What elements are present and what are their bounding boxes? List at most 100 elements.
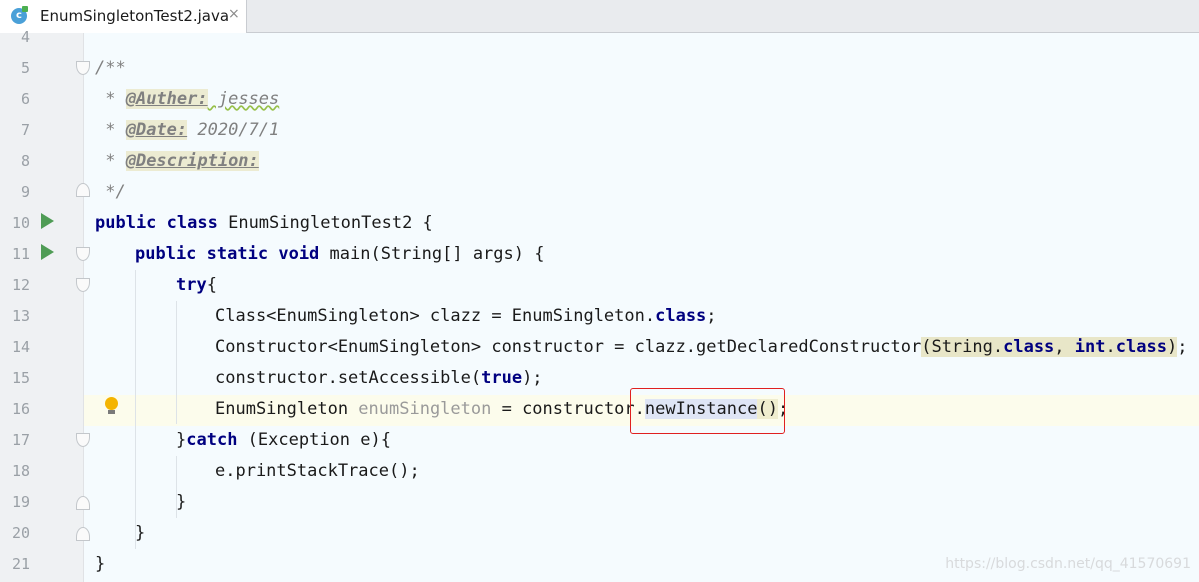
close-icon[interactable]: × [228, 6, 240, 22]
intention-bulb-base [108, 410, 115, 414]
comment: /** [95, 58, 126, 78]
line-number: 15 [11, 369, 30, 387]
keyword: public [135, 244, 197, 264]
comment: */ [95, 182, 126, 202]
code-line-21: } [95, 549, 105, 580]
code-text: Constructor<EnumSingleton> constructor =… [215, 337, 922, 357]
code-text: ; [1177, 337, 1188, 357]
code-line-14: Constructor<EnumSingleton> constructor =… [215, 332, 1187, 363]
intention-bulb-icon[interactable] [105, 397, 118, 410]
code-line-19: } [176, 487, 186, 518]
indent-guide [135, 270, 136, 549]
run-icon[interactable] [41, 244, 54, 260]
editor-tab-bar: c EnumSingletonTest2.java × [0, 0, 1199, 33]
comment: * [95, 151, 126, 171]
javadoc-tag: @Auther: [125, 89, 208, 109]
code-text: } [176, 430, 187, 450]
code-text: = constructor. [491, 399, 645, 419]
fold-icon[interactable] [76, 61, 90, 75]
javadoc-tag: @Description: [125, 151, 259, 171]
line-number: 17 [11, 431, 30, 449]
code-line-9: */ [95, 177, 126, 208]
highlight-annotation-box [630, 388, 785, 434]
code-line-18: e.printStackTrace(); [215, 456, 420, 487]
code-text: ) [1166, 337, 1178, 357]
code-line-20: } [135, 518, 145, 549]
code-line-7: * @Date: 2020/7/1 [95, 115, 279, 146]
comment: jesses [207, 89, 280, 109]
code-line-12: try{ [176, 270, 217, 301]
keyword: public [95, 213, 157, 233]
line-number: 11 [11, 245, 30, 263]
line-number: 20 [11, 524, 30, 542]
comment: 2020/7/1 [187, 120, 280, 140]
indent-guide [176, 301, 177, 424]
code-line-8: * @Description: [95, 146, 259, 177]
code-text: (Exception e){ [237, 430, 391, 450]
code-text: ; [706, 306, 717, 326]
keyword: static [206, 244, 269, 264]
fold-icon[interactable] [76, 278, 90, 292]
keyword: int [1074, 337, 1106, 357]
tab-enumsingletontest2[interactable]: c EnumSingletonTest2.java × [0, 0, 247, 33]
editor-gutter: 4 5 6 7 8 9 10 11 12 13 14 15 16 17 18 1… [0, 28, 90, 582]
line-number: 7 [20, 121, 30, 139]
code-line-15: constructor.setAccessible(true); [215, 363, 543, 394]
fold-icon[interactable] [76, 527, 90, 541]
parameter-hint: (String.class, int.class) [921, 337, 1178, 357]
comment: * [95, 89, 126, 109]
fold-icon[interactable] [76, 496, 90, 510]
code-line-17: }catch (Exception e){ [176, 425, 391, 456]
code-text: EnumSingleton [215, 399, 359, 419]
code-text: , [1054, 337, 1075, 357]
code-text: { [206, 275, 217, 295]
code-text: main(String[] args) { [319, 244, 545, 264]
line-number: 19 [11, 493, 30, 511]
keyword: catch [186, 430, 238, 450]
tab-label: EnumSingletonTest2.java [40, 7, 230, 25]
keyword: true [481, 368, 523, 388]
code-line-5: /** [95, 53, 126, 84]
keyword: class [1115, 337, 1167, 357]
line-number: 16 [11, 400, 30, 418]
keyword: void [278, 244, 320, 264]
run-badge-icon [22, 6, 28, 12]
code-line-10: public class EnumSingletonTest2 { [95, 208, 433, 239]
code-text: EnumSingletonTest2 { [217, 213, 433, 233]
watermark: https://blog.csdn.net/qq_41570691 [945, 556, 1191, 572]
code-text: } [135, 523, 146, 543]
line-number: 21 [11, 555, 30, 573]
javadoc-tag: @Date: [125, 120, 188, 140]
code-text: } [176, 492, 187, 512]
keyword: class [1003, 337, 1055, 357]
code-text: e.printStackTrace(); [215, 461, 420, 481]
keyword: class [655, 306, 707, 326]
keyword: try [176, 275, 207, 295]
unused-variable: enumSingleton [358, 399, 492, 419]
fold-icon[interactable] [76, 433, 90, 447]
line-number: 18 [11, 462, 30, 480]
run-icon[interactable] [41, 213, 54, 229]
line-number: 14 [11, 338, 30, 356]
fold-icon[interactable] [76, 247, 90, 261]
fold-icon[interactable] [76, 183, 90, 197]
line-number: 6 [20, 90, 30, 108]
line-number: 13 [11, 307, 30, 325]
code-line-6: * @Auther: jesses [95, 84, 279, 115]
line-number: 4 [20, 28, 30, 46]
code-text: constructor.setAccessible( [215, 368, 482, 388]
code-text: } [95, 554, 106, 574]
code-text: ); [522, 368, 543, 388]
code-editor[interactable]: 4 5 6 7 8 9 10 11 12 13 14 15 16 17 18 1… [0, 28, 1199, 582]
comment: * [95, 120, 126, 140]
line-number: 5 [20, 59, 30, 77]
code-text: . [1105, 337, 1116, 357]
line-number: 9 [20, 183, 30, 201]
line-number: 12 [11, 276, 30, 294]
keyword: class [166, 213, 218, 233]
code-line-13: Class<EnumSingleton> clazz = EnumSinglet… [215, 301, 717, 332]
code-text: (String. [921, 337, 1004, 357]
line-number: 8 [20, 152, 30, 170]
code-line-11: public static void main(String[] args) { [135, 239, 544, 270]
line-number: 10 [11, 214, 30, 232]
